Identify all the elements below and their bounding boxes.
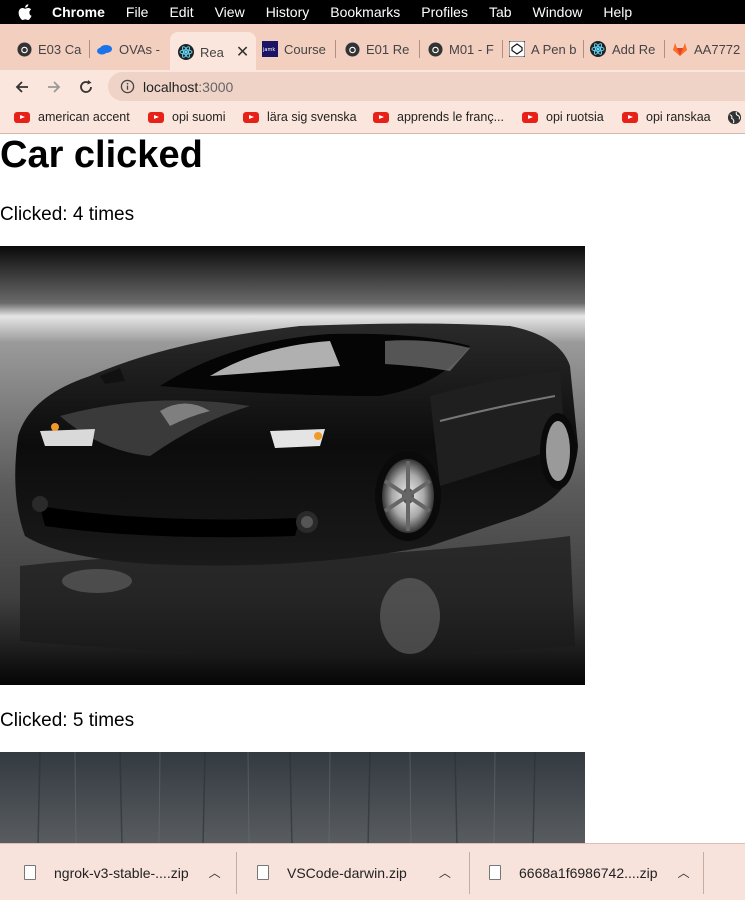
bookmark-american-accent[interactable]: american accent: [14, 110, 130, 124]
react-icon: [178, 44, 194, 60]
web-page: Car clicked Clicked: 4 times Clicked: 5 …: [0, 135, 745, 843]
download-filename: VSCode-darwin.zip: [287, 864, 407, 881]
menu-edit[interactable]: Edit: [169, 4, 193, 20]
tab-strip: E03 Ca OVAs - Rea ✕ jamk Course E01 Re M…: [0, 24, 745, 70]
forward-button[interactable]: [42, 75, 66, 99]
menu-bar: Chrome File Edit View History Bookmarks …: [0, 0, 745, 24]
download-item[interactable]: ngrok-v3-stable-....zip ︿: [24, 844, 221, 900]
car-image[interactable]: [0, 246, 585, 685]
download-filename: ngrok-v3-stable-....zip: [54, 864, 189, 881]
bookmark-opi-ranskaa[interactable]: opi ranskaa: [622, 110, 711, 124]
file-icon: [24, 865, 36, 880]
menu-bookmarks[interactable]: Bookmarks: [330, 4, 400, 20]
youtube-icon: [373, 111, 389, 123]
bookmark-label: opi suomi: [172, 110, 226, 124]
chevron-up-icon[interactable]: ︿: [439, 864, 451, 881]
menu-view[interactable]: View: [215, 4, 245, 20]
tab-codepen[interactable]: A Pen b: [509, 34, 579, 64]
tab-label: Add Re: [612, 41, 656, 57]
address-bar[interactable]: localhost:3000: [108, 72, 745, 101]
file-icon: [257, 865, 269, 880]
back-button[interactable]: [10, 75, 34, 99]
download-item[interactable]: 6668a1f6986742....zip ︿: [489, 844, 690, 900]
tab-label: M01 - F: [449, 41, 494, 57]
menu-tab[interactable]: Tab: [489, 4, 512, 20]
github-icon: [344, 41, 360, 57]
tab-label: Course: [284, 41, 326, 57]
bookmark-label: opi ruotsia: [546, 110, 604, 124]
codepen-icon: [509, 41, 525, 57]
bookmark-opi-suomi[interactable]: opi suomi: [148, 110, 226, 124]
car-image[interactable]: [0, 752, 585, 843]
url-text: localhost:3000: [143, 78, 234, 95]
youtube-icon: [148, 111, 164, 123]
tab-label: E03 Ca: [38, 41, 82, 57]
onedrive-icon: [97, 41, 113, 57]
menu-help[interactable]: Help: [603, 4, 632, 20]
file-icon: [489, 865, 501, 880]
apple-icon[interactable]: [18, 4, 38, 20]
tab-e03[interactable]: E03 Ca: [16, 34, 84, 64]
youtube-icon: [522, 111, 538, 123]
jamk-icon: jamk: [262, 41, 278, 57]
close-icon[interactable]: ✕: [236, 42, 249, 62]
menu-window[interactable]: Window: [533, 4, 583, 20]
tab-course[interactable]: jamk Course: [262, 34, 330, 64]
bookmark-lara-sig-svenska[interactable]: lära sig svenska: [243, 110, 357, 124]
bookmarks-bar: american accent opi suomi lära sig svens…: [0, 104, 745, 134]
github-icon: [427, 41, 443, 57]
menu-history[interactable]: History: [266, 4, 310, 20]
tab-label: AA7772: [694, 41, 741, 57]
browser-toolbar: localhost:3000: [0, 70, 745, 104]
youtube-icon: [622, 111, 638, 123]
tab-add-react[interactable]: Add Re: [590, 34, 660, 64]
youtube-icon: [14, 111, 30, 123]
menu-profiles[interactable]: Profiles: [421, 4, 468, 20]
reload-button[interactable]: [74, 75, 98, 99]
bookmark-opi-ruotsia[interactable]: opi ruotsia: [522, 110, 604, 124]
globe-icon[interactable]: [727, 110, 742, 125]
react-icon: [590, 41, 606, 57]
page-title: Car clicked: [0, 135, 203, 176]
svg-text:jamk: jamk: [262, 47, 275, 53]
tab-label: OVAs -: [119, 41, 160, 57]
tab-react-active[interactable]: Rea ✕: [170, 32, 256, 70]
info-icon[interactable]: [120, 79, 135, 94]
tab-m01[interactable]: M01 - F: [427, 34, 497, 64]
youtube-icon: [243, 111, 259, 123]
bookmark-label: lära sig svenska: [267, 110, 357, 124]
bookmark-apprends-le-francais[interactable]: apprends le franç...: [373, 110, 504, 124]
github-icon: [16, 41, 32, 57]
click-count-text: Clicked: 5 times: [0, 710, 135, 731]
bookmark-label: american accent: [38, 110, 130, 124]
tab-gitlab[interactable]: AA7772: [672, 34, 745, 64]
tab-label: A Pen b: [531, 41, 577, 57]
menu-file[interactable]: File: [126, 4, 149, 20]
download-filename: 6668a1f6986742....zip: [519, 864, 658, 881]
gitlab-icon: [672, 41, 688, 57]
tab-label: Rea: [200, 44, 224, 60]
tab-e01[interactable]: E01 Re: [344, 34, 414, 64]
tab-ovas[interactable]: OVAs -: [97, 34, 163, 64]
chevron-up-icon[interactable]: ︿: [678, 864, 690, 881]
menu-app-name[interactable]: Chrome: [52, 4, 105, 20]
downloads-shelf: ngrok-v3-stable-....zip ︿ VSCode-darwin.…: [0, 843, 745, 900]
bookmark-label: opi ranskaa: [646, 110, 711, 124]
click-count-text: Clicked: 4 times: [0, 204, 135, 225]
chevron-up-icon[interactable]: ︿: [209, 864, 221, 881]
download-item[interactable]: VSCode-darwin.zip ︿: [257, 844, 451, 900]
tab-label: E01 Re: [366, 41, 410, 57]
bookmark-label: apprends le franç...: [397, 110, 505, 124]
